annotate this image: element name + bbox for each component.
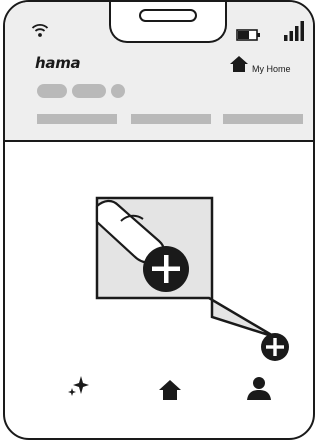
plus-circle-icon [143, 246, 189, 292]
user-icon[interactable] [246, 376, 272, 400]
zoom-callout [95, 196, 289, 361]
sparkle-icon[interactable] [66, 374, 90, 398]
add-button [261, 333, 289, 361]
home-icon[interactable] [159, 380, 181, 400]
